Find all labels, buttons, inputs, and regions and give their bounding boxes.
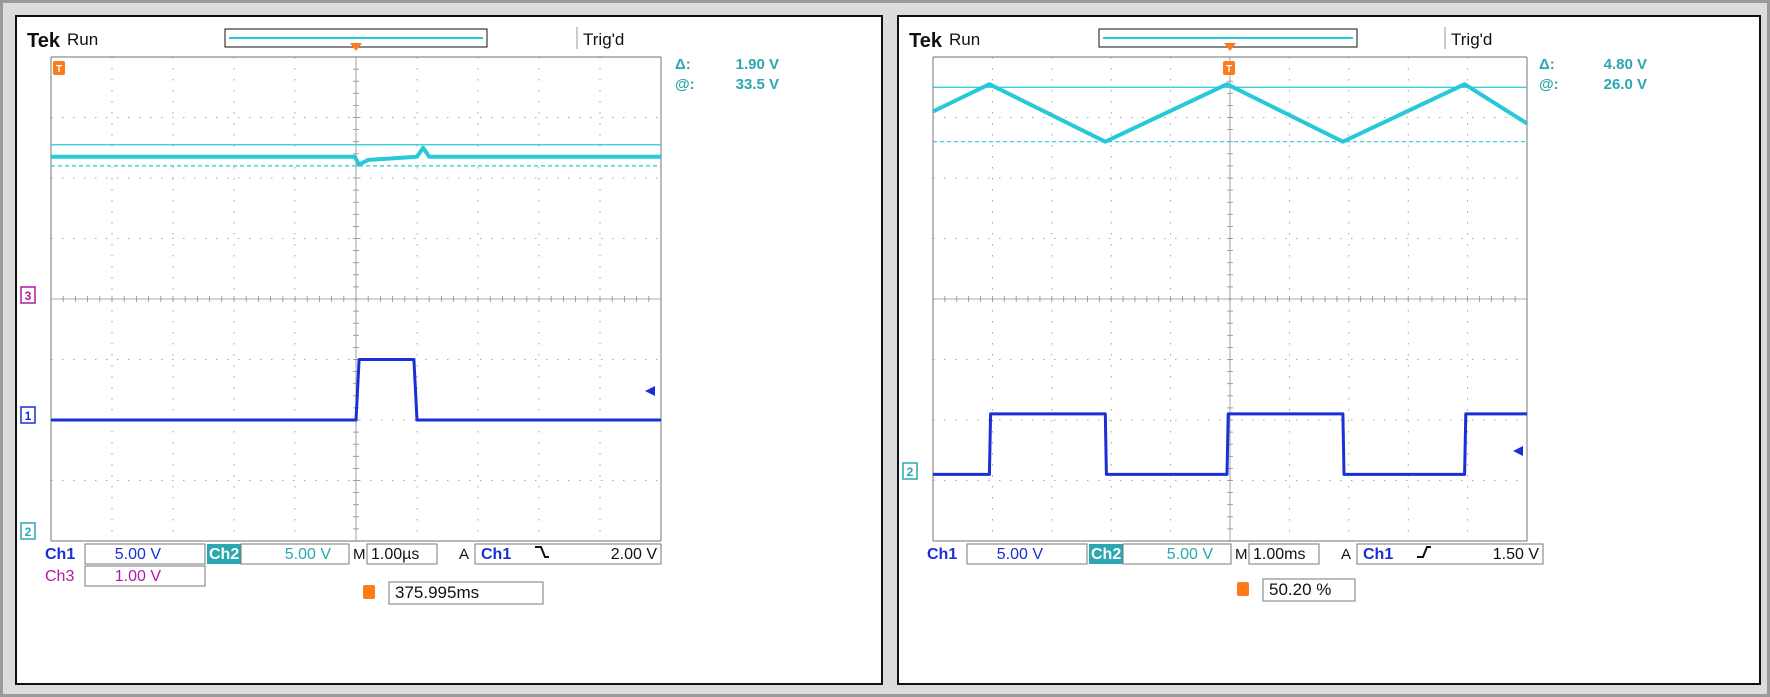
trigger-slope-icon bbox=[1417, 546, 1431, 558]
ch3-label: Ch3 bbox=[45, 568, 74, 585]
trigger-level: 2.00 V bbox=[611, 546, 658, 563]
timebase-prefix: M bbox=[353, 546, 366, 563]
cursor-at-value: 26.0 V bbox=[1604, 76, 1647, 93]
cursor-at-label: @: bbox=[1539, 76, 1559, 93]
footer-readout: 375.995ms bbox=[395, 583, 479, 602]
cursor-delta-label: Δ: bbox=[1539, 56, 1555, 73]
ch2-scale: 5.00 V bbox=[285, 546, 332, 563]
cursor-delta-value: 4.80 V bbox=[1604, 56, 1647, 73]
graticule bbox=[932, 56, 1528, 542]
graticule bbox=[50, 56, 662, 542]
trigger-source: Ch1 bbox=[481, 546, 511, 563]
ch2-label: Ch2 bbox=[209, 546, 239, 563]
header-status: Trig'd bbox=[583, 30, 624, 49]
channel-marker-label: 1 bbox=[25, 409, 32, 423]
header-mode: Run bbox=[67, 30, 98, 49]
ch1-label: Ch1 bbox=[45, 546, 75, 563]
timebase-prefix: M bbox=[1235, 546, 1248, 563]
ch1-scale: 5.00 V bbox=[997, 546, 1044, 563]
scope-screen-right: Tek Run Trig'd Δ: 4.80 V @: 26.0 V T 2 Ch1 5.00 V C… bbox=[897, 15, 1761, 685]
trigger-t-icon-label: T bbox=[56, 64, 62, 75]
channel-marker-label: 2 bbox=[907, 465, 914, 479]
timebase: 1.00ms bbox=[1253, 546, 1305, 563]
trigger-slope-icon bbox=[535, 546, 549, 558]
ch1-label: Ch1 bbox=[927, 546, 957, 563]
cursor-delta-label: Δ: bbox=[675, 56, 691, 73]
header-status: Trig'd bbox=[1451, 30, 1492, 49]
channel-marker-label: 3 bbox=[25, 289, 32, 303]
trigger-source: Ch1 bbox=[1363, 546, 1393, 563]
scope-right-svg: Tek Run Trig'd Δ: 4.80 V @: 26.0 V T 2 Ch1 5.00 V C… bbox=[902, 27, 1647, 602]
trigger-level-arrow bbox=[645, 386, 655, 396]
trigger-level-arrow bbox=[1513, 446, 1523, 456]
header-brand: Tek bbox=[27, 30, 61, 52]
trigger-prefix: A bbox=[1341, 546, 1351, 563]
footer-trigger-icon bbox=[363, 585, 375, 599]
trigger-t-icon-label: T bbox=[1226, 64, 1232, 75]
scope-screen-left: Tek Run Trig'd Δ: 1.90 V @: 33.5 V T 3 1 2 Ch1 5.00 … bbox=[15, 15, 883, 685]
header-mode: Run bbox=[949, 30, 980, 49]
ch1-scale: 5.00 V bbox=[115, 546, 162, 563]
ch3-scale: 1.00 V bbox=[115, 568, 162, 585]
channel-marker-label: 2 bbox=[25, 525, 32, 539]
cursor-at-label: @: bbox=[675, 76, 695, 93]
footer-readout: 50.20 % bbox=[1269, 580, 1331, 599]
ch2-scale: 5.00 V bbox=[1167, 546, 1214, 563]
trigger-prefix: A bbox=[459, 546, 469, 563]
timebase: 1.00µs bbox=[371, 546, 419, 563]
footer-trigger-icon bbox=[1237, 582, 1249, 596]
trigger-level: 1.50 V bbox=[1493, 546, 1540, 563]
scope-left-svg: Tek Run Trig'd Δ: 1.90 V @: 33.5 V T 3 1 2 Ch1 5.00 … bbox=[20, 27, 779, 605]
ch2-label: Ch2 bbox=[1091, 546, 1121, 563]
cursor-at-value: 33.5 V bbox=[736, 76, 779, 93]
cursor-delta-value: 1.90 V bbox=[736, 56, 779, 73]
figure-frame: Tek Run Trig'd Δ: 1.90 V @: 33.5 V T 3 1 2 Ch1 5.00 … bbox=[0, 0, 1770, 697]
header-brand: Tek bbox=[909, 30, 943, 52]
